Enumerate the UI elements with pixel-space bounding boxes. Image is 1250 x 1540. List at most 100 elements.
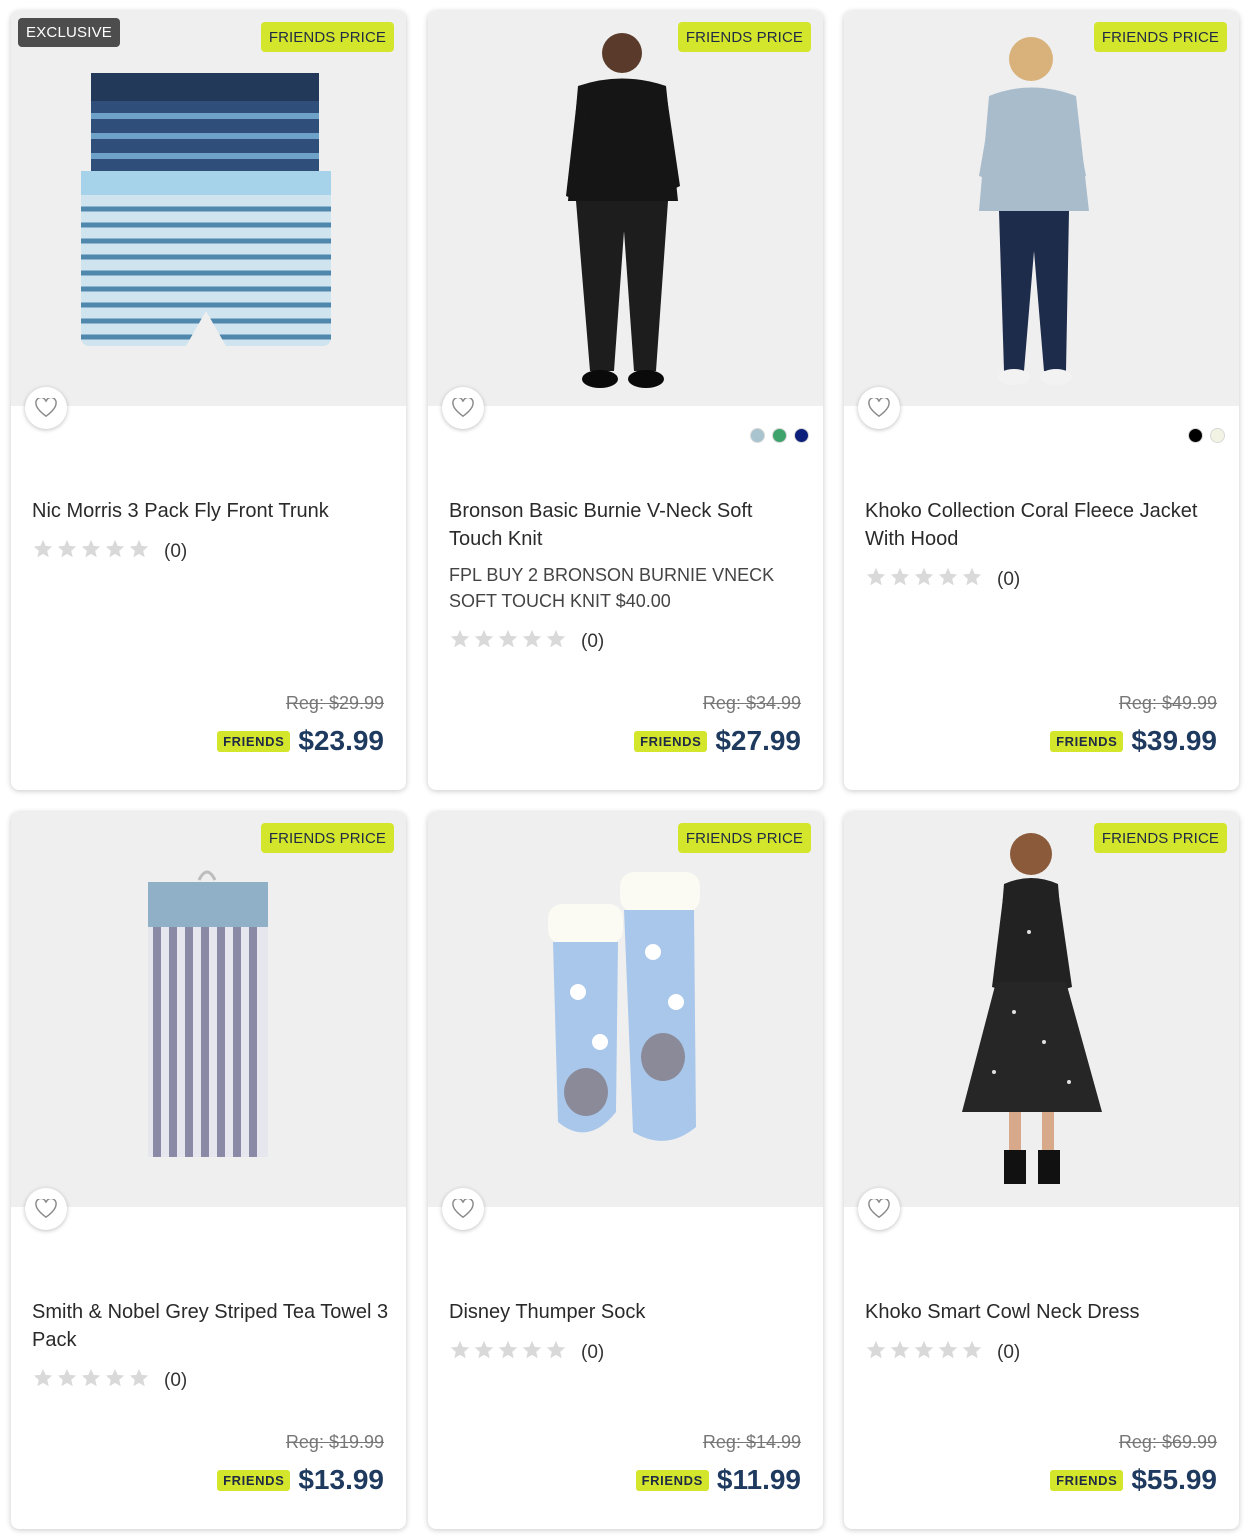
product-title[interactable]: Khoko Smart Cowl Neck Dress [865,1298,1225,1326]
heart-icon [35,398,57,418]
product-image[interactable]: FRIENDS PRICE [428,812,823,1207]
star-icon [128,1367,150,1394]
product-title[interactable]: Smith & Nobel Grey Striped Tea Towel 3 P… [32,1298,392,1354]
star-icon [473,1339,495,1366]
wishlist-button[interactable] [858,387,900,429]
rating-count: (0) [164,540,188,562]
friends-tag: FRIENDS [1050,1469,1124,1491]
product-card[interactable]: FRIENDS PRICE Bronson Basic Burnie V-Nec… [428,11,823,790]
heart-icon [35,1199,57,1219]
product-card[interactable]: EXCLUSIVE FRIENDS PRICE Nic Morris 3 Pac… [11,11,406,790]
friends-price-badge: FRIENDS PRICE [260,22,394,52]
product-image[interactable]: FRIENDS PRICE [428,11,823,406]
friends-price-badge: FRIENDS PRICE [677,22,811,52]
wishlist-button[interactable] [442,1188,484,1230]
star-icon [56,1367,78,1394]
star-rating [32,538,150,565]
sale-price: $39.99 [1131,725,1217,756]
rating-count: (0) [997,568,1021,590]
regular-price: Reg: $34.99 [702,693,801,713]
star-rating [865,1339,983,1366]
friends-tag: FRIENDS [1050,730,1124,752]
star-icon [32,1367,54,1394]
star-icon [961,1339,983,1366]
heart-icon [452,398,474,418]
product-title[interactable]: Khoko Collection Coral Fleece Jacket Wit… [865,497,1225,553]
star-icon [521,628,543,655]
rating-count: (0) [581,630,605,652]
price-row: FRIENDS $39.99 [1050,725,1217,757]
color-swatch[interactable] [750,428,765,443]
rating-count: (0) [581,1341,605,1363]
sale-price: $23.99 [298,725,384,756]
star-icon [449,1339,471,1366]
product-image[interactable]: FRIENDS PRICE [844,812,1239,1207]
color-swatch[interactable] [1210,428,1225,443]
product-image[interactable]: FRIENDS PRICE [11,812,406,1207]
price-row: FRIENDS $55.99 [1050,1464,1217,1496]
product-card[interactable]: FRIENDS PRICE Disney Thumper Sock (0) Re… [428,812,823,1529]
rating: (0) [865,1339,1020,1366]
price-row: FRIENDS $23.99 [217,725,384,757]
star-icon [865,566,887,593]
product-image[interactable]: EXCLUSIVE FRIENDS PRICE [11,11,406,406]
color-swatch[interactable] [772,428,787,443]
star-icon [937,566,959,593]
star-icon [521,1339,543,1366]
price-row: FRIENDS $13.99 [217,1464,384,1496]
star-icon [913,566,935,593]
heart-icon [868,1199,890,1219]
star-icon [80,1367,102,1394]
star-rating [449,1339,567,1366]
star-rating [865,566,983,593]
star-icon [128,538,150,565]
regular-price: Reg: $69.99 [1118,1432,1217,1452]
star-icon [545,628,567,655]
rating-count: (0) [164,1369,188,1391]
color-swatches [1188,428,1225,443]
rating: (0) [32,1367,187,1394]
star-icon [865,1339,887,1366]
price-row: FRIENDS $11.99 [635,1464,801,1496]
regular-price: Reg: $29.99 [285,693,384,713]
rating: (0) [32,538,187,565]
star-icon [497,1339,519,1366]
star-icon [473,628,495,655]
product-grid: EXCLUSIVE FRIENDS PRICE Nic Morris 3 Pac… [0,0,1250,1540]
color-swatches [750,428,809,443]
star-icon [32,538,54,565]
star-icon [889,1339,911,1366]
star-icon [497,628,519,655]
star-icon [889,566,911,593]
product-image[interactable]: FRIENDS PRICE [844,11,1239,406]
rating: (0) [865,566,1020,593]
regular-price: Reg: $14.99 [702,1432,801,1452]
star-rating [449,628,567,655]
product-card[interactable]: FRIENDS PRICE Khoko Collection Coral Fle… [844,11,1239,790]
product-title[interactable]: Nic Morris 3 Pack Fly Front Trunk [32,497,392,525]
wishlist-button[interactable] [442,387,484,429]
product-title[interactable]: Bronson Basic Burnie V-Neck Soft Touch K… [449,497,809,553]
color-swatch[interactable] [794,428,809,443]
price-row: FRIENDS $27.99 [634,725,801,757]
friends-tag: FRIENDS [634,730,708,752]
heart-icon [868,398,890,418]
product-card[interactable]: FRIENDS PRICE Khoko Smart Cowl Neck Dres… [844,812,1239,1529]
star-icon [104,1367,126,1394]
star-icon [56,538,78,565]
star-icon [80,538,102,565]
wishlist-button[interactable] [858,1188,900,1230]
sale-price: $13.99 [298,1464,384,1495]
wishlist-button[interactable] [25,387,67,429]
product-title[interactable]: Disney Thumper Sock [449,1298,809,1326]
sale-price: $55.99 [1131,1464,1217,1495]
wishlist-button[interactable] [25,1188,67,1230]
color-swatch[interactable] [1188,428,1203,443]
star-icon [449,628,471,655]
friends-tag: FRIENDS [217,1469,291,1491]
product-card[interactable]: FRIENDS PRICE Smith & Nobel Grey Striped… [11,812,406,1529]
friends-price-badge: FRIENDS PRICE [677,823,811,853]
star-icon [545,1339,567,1366]
friends-tag: FRIENDS [635,1469,709,1491]
regular-price: Reg: $19.99 [285,1432,384,1452]
